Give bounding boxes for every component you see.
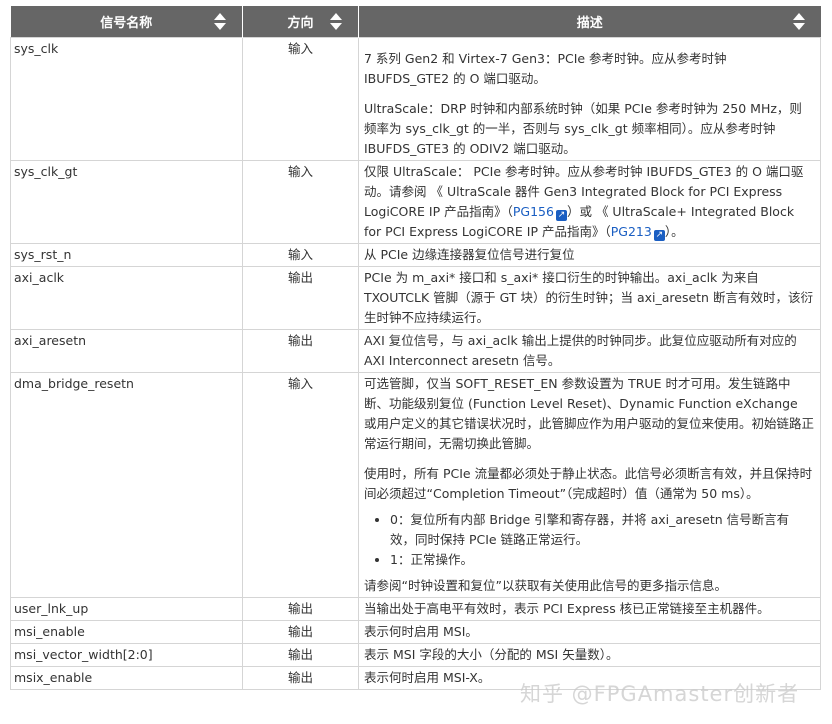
signal-description: 从 PCIe 边缘连接器复位信号进行复位 bbox=[358, 243, 821, 267]
signal-name: sys_clk_gt bbox=[10, 160, 243, 244]
signal-name: user_lnk_up bbox=[10, 597, 243, 621]
table-body: sys_clk 输入 7 系列 Gen2 和 Virtex-7 Gen3：PCIe … bbox=[10, 37, 821, 690]
signal-description: 当输出处于高电平有效时，表示 PCI Express 核已正常链接至主机器件。 bbox=[358, 597, 821, 621]
description-paragraph: AXI 复位信号，与 axi_aclk 输出上提供的时钟同步。此复位应驱动所有对… bbox=[364, 333, 797, 368]
column-header-direction[interactable]: 方向 bbox=[242, 6, 359, 38]
signal-name: msi_vector_width[2:0] bbox=[10, 643, 243, 667]
signal-description: 表示何时启用 MSI-X。 bbox=[358, 666, 821, 690]
signal-table: 信号名称 方向 描述 sys_clk 输入 7 系列 Gen2 和 Virtex-7… bbox=[10, 6, 821, 690]
column-header-signal-name[interactable]: 信号名称 bbox=[10, 6, 243, 38]
description-paragraph: 7 系列 Gen2 和 Virtex-7 Gen3：PCIe 参考时钟。应从参考… bbox=[364, 51, 727, 86]
sort-icon[interactable] bbox=[214, 13, 226, 30]
signal-description: PCIe 为 m_axi* 接口和 s_axi* 接口衍生的时钟输出。axi_a… bbox=[358, 266, 821, 330]
table-row: msi_vector_width[2:0] 输出 表示 MSI 字段的大小（分配的 … bbox=[10, 643, 821, 667]
signal-description: 表示 MSI 字段的大小（分配的 MSI 矢量数）。 bbox=[358, 643, 821, 667]
table-row: dma_bridge_resetn 输入 可选管脚，仅当 SOFT_RESET_EN… bbox=[10, 372, 821, 598]
description-paragraph: 从 PCIe 边缘连接器复位信号进行复位 bbox=[364, 247, 575, 262]
table-row: axi_aclk 输出 PCIe 为 m_axi* 接口和 s_axi* 接口衍生的… bbox=[10, 266, 821, 330]
table-row: sys_rst_n 输入从 PCIe 边缘连接器复位信号进行复位 bbox=[10, 243, 821, 267]
table-row: sys_clk_gt 输入 仅限 UltraScale： PCIe 参考时钟。应从参… bbox=[10, 160, 821, 244]
signal-name: msi_enable bbox=[10, 620, 243, 644]
signal-direction: 输入 bbox=[242, 372, 359, 598]
link-text: PG156 bbox=[512, 204, 554, 219]
header-label: 描述 bbox=[576, 16, 603, 31]
signal-direction: 输出 bbox=[242, 666, 359, 690]
table-row: msi_enable 输出 表示何时启用 MSI。 bbox=[10, 620, 821, 644]
list-item: 0：复位所有内部 Bridge 引擎和寄存器，并将 axi_aresetn 信号… bbox=[390, 510, 814, 550]
signal-name: axi_aclk bbox=[10, 266, 243, 330]
sort-icon[interactable] bbox=[792, 13, 805, 30]
description-paragraph: 请参阅“时钟设置和复位”以获取有关使用此信号的更多指示信息。 bbox=[364, 578, 727, 593]
signal-description: 表示何时启用 MSI。 bbox=[358, 620, 821, 644]
description-paragraph: 仅限 UltraScale： PCIe 参考时钟。应从参考时钟 IBUFDS_G… bbox=[364, 162, 814, 242]
sort-icon[interactable] bbox=[330, 13, 342, 30]
description-paragraph: 表示 MSI 字段的大小（分配的 MSI 矢量数）。 bbox=[364, 647, 619, 662]
signal-description: AXI 复位信号，与 axi_aclk 输出上提供的时钟同步。此复位应驱动所有对… bbox=[358, 329, 821, 373]
description-list: 0：复位所有内部 Bridge 引擎和寄存器，并将 axi_aresetn 信号… bbox=[364, 510, 814, 570]
header-label: 信号名称 bbox=[100, 16, 153, 31]
doc-link-pg156[interactable]: PG156 ↗ bbox=[512, 204, 567, 221]
signal-direction: 输出 bbox=[242, 329, 359, 373]
table-row: axi_aresetn 输出 AXI 复位信号，与 axi_aclk 输出上提供的时… bbox=[10, 329, 821, 373]
link-text: PG213 bbox=[610, 224, 652, 239]
table-row: sys_clk 输入 7 系列 Gen2 和 Virtex-7 Gen3：PCIe … bbox=[10, 37, 821, 161]
signal-name: msix_enable bbox=[10, 666, 243, 690]
signal-name: dma_bridge_resetn bbox=[10, 372, 243, 598]
doc-link-pg213[interactable]: PG213 ↗ bbox=[610, 224, 665, 241]
column-header-description[interactable]: 描述 bbox=[358, 6, 821, 38]
description-paragraph: UltraScale：DRP 时钟和内部系统时钟（如果 PCIe 参考时钟为 2… bbox=[364, 101, 802, 156]
header-label: 方向 bbox=[287, 16, 314, 31]
table-header-row: 信号名称 方向 描述 bbox=[10, 6, 821, 38]
signal-direction: 输入 bbox=[242, 37, 359, 161]
description-paragraph: 可选管脚，仅当 SOFT_RESET_EN 参数设置为 TRUE 时才可用。发生… bbox=[364, 376, 815, 451]
description-paragraph: 当输出处于高电平有效时，表示 PCI Express 核已正常链接至主机器件。 bbox=[364, 601, 770, 616]
signal-description: 仅限 UltraScale： PCIe 参考时钟。应从参考时钟 IBUFDS_G… bbox=[358, 160, 821, 244]
description-paragraph: 使用时，所有 PCIe 流量都必须处于静止状态。此信号必须断言有效，并且保持时间… bbox=[364, 466, 813, 501]
signal-direction: 输出 bbox=[242, 597, 359, 621]
signal-direction: 输出 bbox=[242, 266, 359, 330]
description-text: ）。 bbox=[664, 224, 684, 239]
signal-description: 7 系列 Gen2 和 Virtex-7 Gen3：PCIe 参考时钟。应从参考… bbox=[358, 37, 821, 161]
external-link-icon: ↗ bbox=[555, 210, 567, 221]
signal-direction: 输入 bbox=[242, 243, 359, 267]
list-item: 1：正常操作。 bbox=[390, 550, 814, 570]
table-row: msix_enable 输出 表示何时启用 MSI-X。 bbox=[10, 666, 821, 690]
signal-name: sys_clk bbox=[10, 37, 243, 161]
signal-name: axi_aresetn bbox=[10, 329, 243, 373]
description-paragraph: PCIe 为 m_axi* 接口和 s_axi* 接口衍生的时钟输出。axi_a… bbox=[364, 270, 813, 325]
description-paragraph: 表示何时启用 MSI。 bbox=[364, 624, 478, 639]
signal-name: sys_rst_n bbox=[10, 243, 243, 267]
description-paragraph: 表示何时启用 MSI-X。 bbox=[364, 670, 491, 685]
signal-description: 可选管脚，仅当 SOFT_RESET_EN 参数设置为 TRUE 时才可用。发生… bbox=[358, 372, 821, 598]
signal-direction: 输出 bbox=[242, 643, 359, 667]
signal-direction: 输入 bbox=[242, 160, 359, 244]
signal-direction: 输出 bbox=[242, 620, 359, 644]
table-row: user_lnk_up 输出 当输出处于高电平有效时，表示 PCI Express … bbox=[10, 597, 821, 621]
external-link-icon: ↗ bbox=[653, 230, 665, 241]
